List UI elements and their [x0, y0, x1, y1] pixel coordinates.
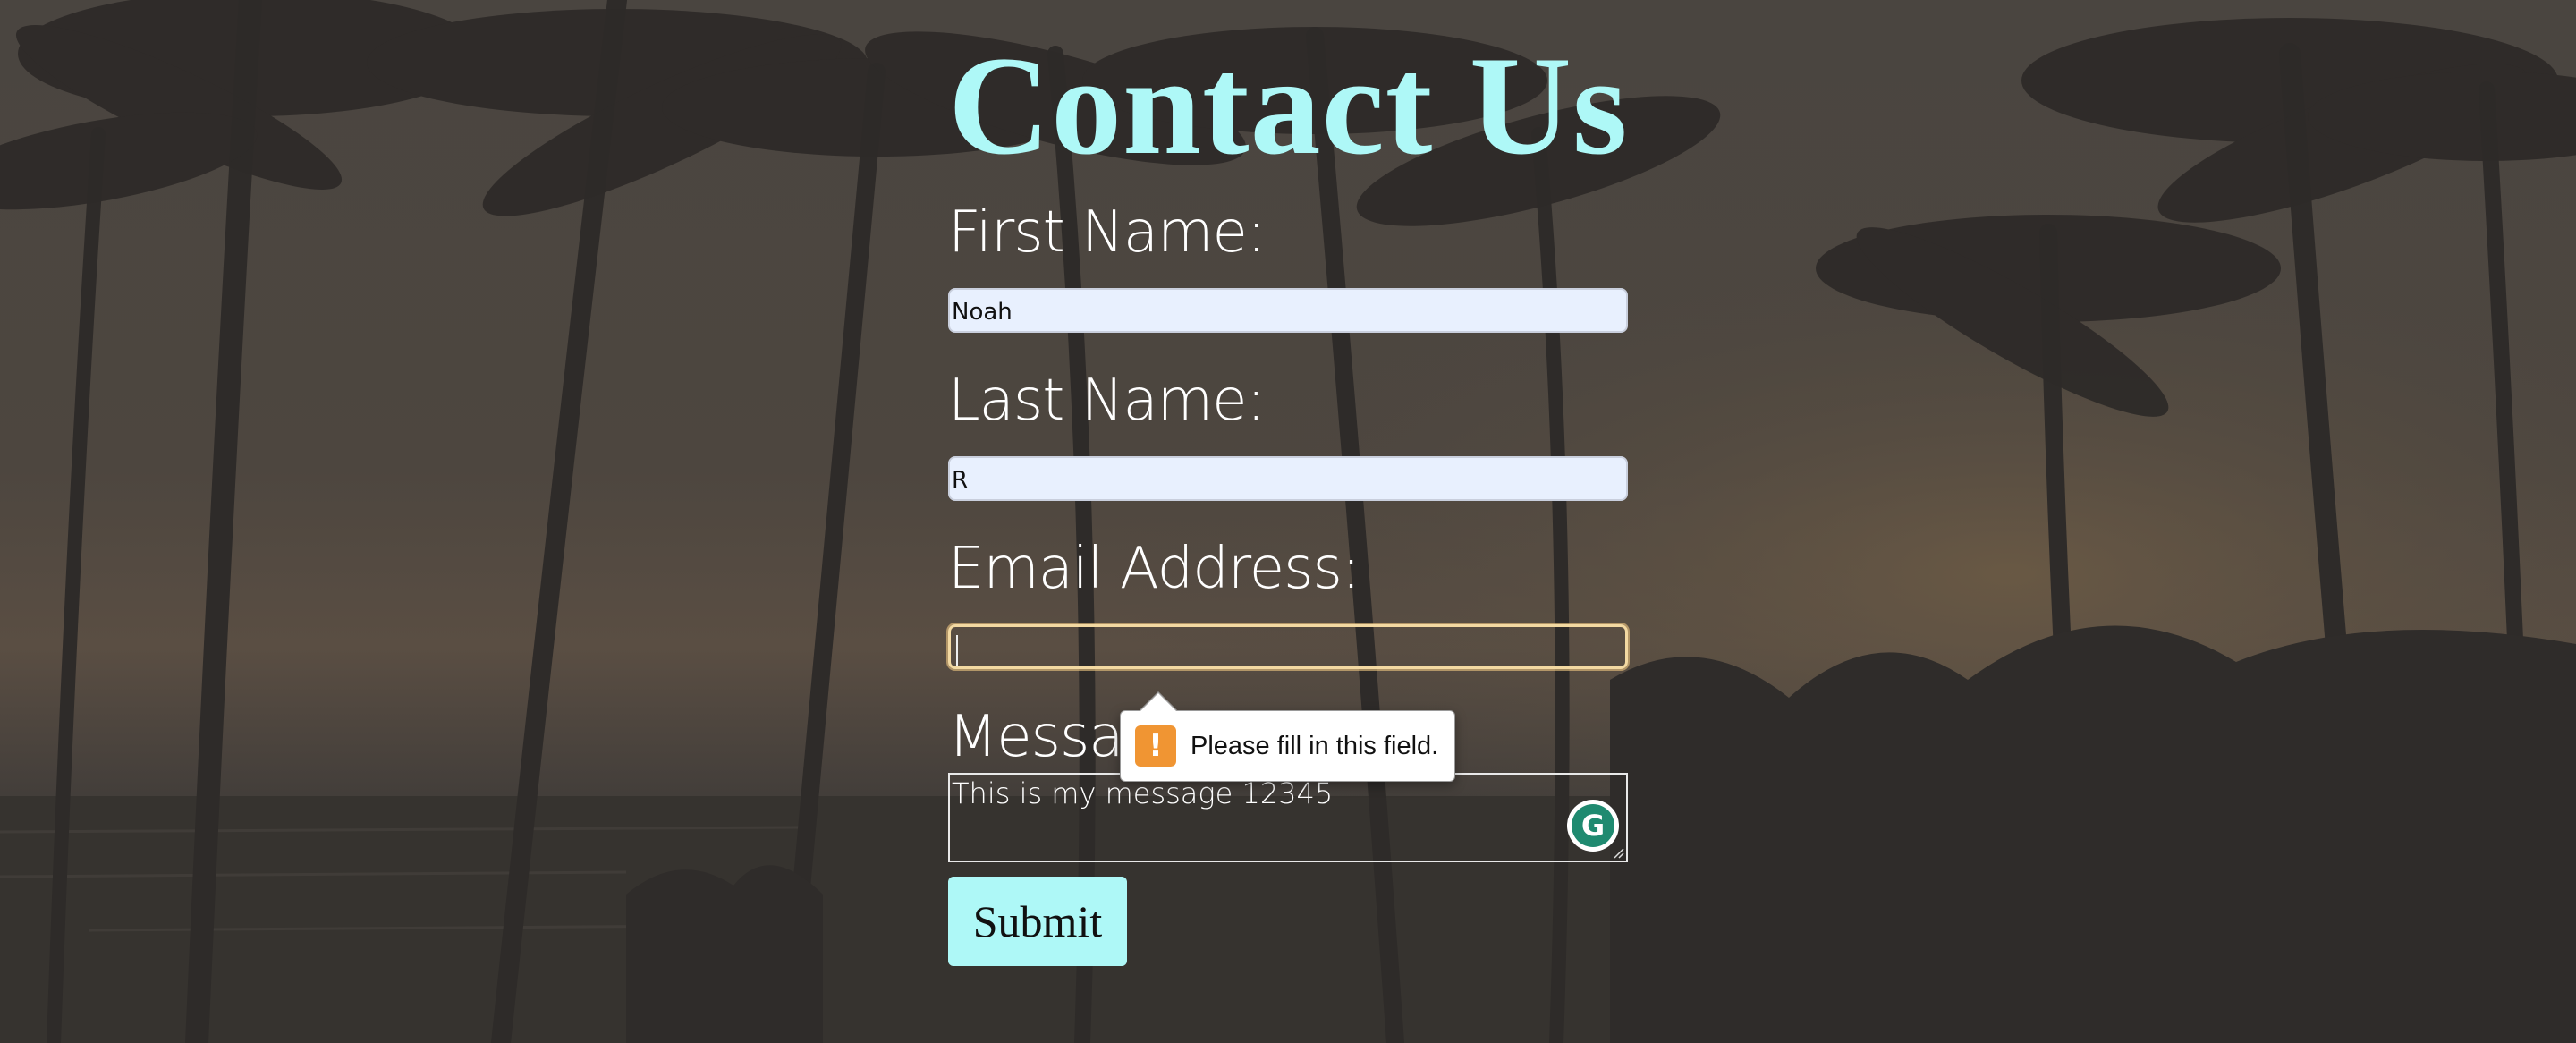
validation-tooltip: ! Please fill in this field.: [1120, 691, 1455, 782]
first-name-input[interactable]: Noah: [948, 288, 1628, 333]
warning-icon: !: [1135, 725, 1176, 767]
first-name-value: Noah: [952, 299, 1013, 326]
last-name-label: Last Name:: [948, 368, 1266, 434]
grammarly-glyph: G: [1572, 804, 1614, 847]
text-caret: [956, 634, 958, 666]
contact-form: Contact Us First Name: Noah Last Name: R…: [948, 36, 1628, 966]
resize-handle-icon[interactable]: [1612, 846, 1624, 859]
last-name-input[interactable]: R: [948, 456, 1628, 501]
message-textarea[interactable]: This is my message 12345 G: [948, 773, 1628, 862]
grammarly-icon[interactable]: G: [1567, 800, 1619, 852]
validation-message: Please fill in this field.: [1191, 731, 1439, 760]
email-label: Email Address:: [948, 536, 1360, 602]
email-input[interactable]: [948, 624, 1628, 669]
last-name-value: R: [952, 467, 969, 494]
submit-button[interactable]: Submit: [948, 877, 1127, 966]
page-title: Contact Us: [948, 28, 1629, 184]
first-name-label: First Name:: [948, 199, 1266, 266]
